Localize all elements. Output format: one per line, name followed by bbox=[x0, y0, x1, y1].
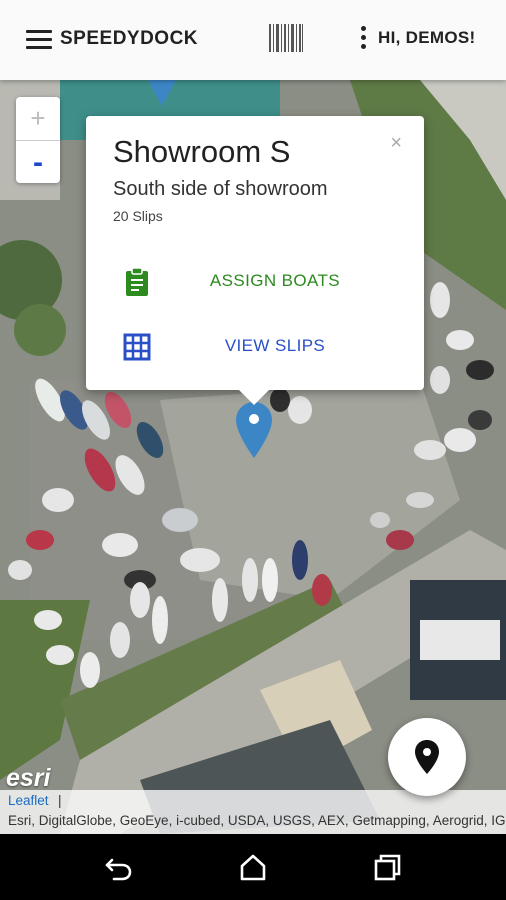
popup-title: Showroom S bbox=[113, 134, 291, 169]
barcode-scan-icon[interactable] bbox=[268, 24, 304, 52]
app-bar: SPEEDYDOCK HI, DEMOS! bbox=[0, 0, 506, 80]
location-popup: × Showroom S South side of showroom 20 S… bbox=[86, 116, 424, 390]
view-slips-button[interactable]: VIEW SLIPS bbox=[86, 324, 424, 368]
zoom-out-button[interactable]: - bbox=[16, 141, 60, 184]
home-icon[interactable] bbox=[238, 852, 268, 882]
locate-button[interactable] bbox=[388, 718, 466, 796]
system-nav-bar bbox=[0, 834, 506, 900]
zoom-control: + - bbox=[16, 97, 60, 183]
assign-boats-label: ASSIGN BOATS bbox=[209, 271, 341, 290]
attribution-credits: Esri, DigitalGlobe, GeoEye, i-cubed, USD… bbox=[8, 813, 506, 828]
map-attribution: Leaflet | Esri, DigitalGlobe, GeoEye, i-… bbox=[0, 790, 506, 834]
menu-icon[interactable] bbox=[26, 30, 52, 50]
user-greeting[interactable]: HI, DEMOS! bbox=[378, 28, 475, 48]
leaflet-link[interactable]: Leaflet bbox=[8, 793, 49, 808]
zoom-in-button[interactable]: + bbox=[16, 97, 60, 141]
map-marker-icon[interactable] bbox=[148, 80, 176, 106]
esri-logo: esri bbox=[6, 764, 51, 792]
popup-subtitle: South side of showroom bbox=[113, 178, 328, 200]
selected-map-marker-icon[interactable] bbox=[236, 402, 272, 458]
attribution-separator: | bbox=[58, 793, 62, 808]
back-icon[interactable] bbox=[104, 852, 134, 882]
close-popup-button[interactable]: × bbox=[390, 132, 402, 155]
popup-pointer bbox=[237, 388, 271, 405]
assign-boats-button[interactable]: ASSIGN BOATS bbox=[86, 259, 424, 303]
view-slips-label: VIEW SLIPS bbox=[224, 336, 326, 355]
more-options-icon[interactable] bbox=[358, 26, 368, 52]
slip-count: 20 Slips bbox=[113, 208, 163, 224]
location-pin-icon bbox=[415, 740, 439, 774]
app-title: SPEEDYDOCK bbox=[60, 28, 199, 49]
recent-apps-icon[interactable] bbox=[372, 852, 402, 882]
